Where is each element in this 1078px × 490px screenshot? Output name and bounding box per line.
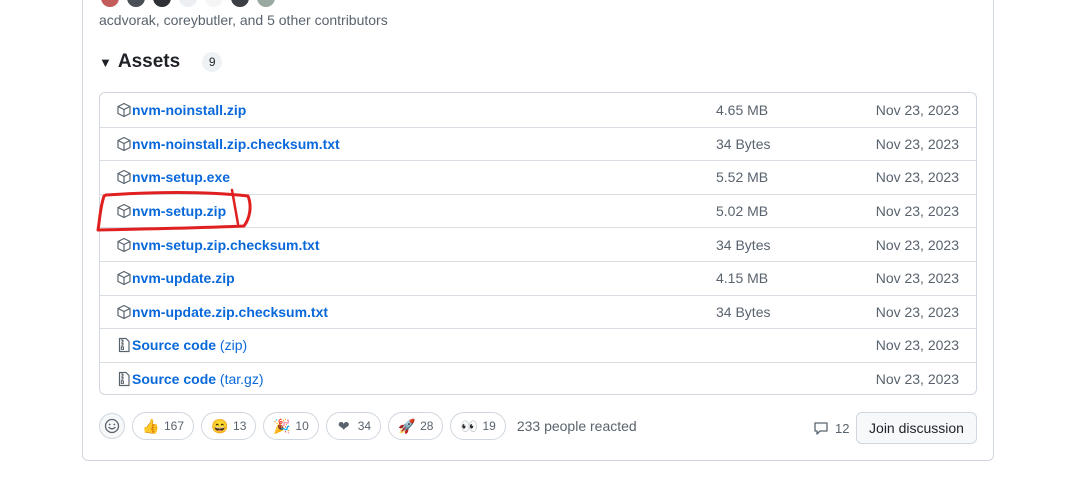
asset-extension: (tar.gz) — [219, 371, 264, 388]
asset-row: Source code (zip) Nov 23, 2023 — [100, 328, 976, 362]
heart-icon: ❤ — [337, 417, 350, 434]
add-reaction-button[interactable] — [99, 413, 125, 439]
avatar[interactable] — [126, 0, 146, 8]
asset-link[interactable]: nvm-noinstall.zip.checksum.txt — [132, 136, 340, 152]
asset-size: 4.15 MB — [716, 270, 769, 287]
reaction-thumbs-up-button[interactable]: 👍 167 — [132, 412, 195, 440]
reaction-eyes-button[interactable]: 👀 19 — [450, 412, 506, 440]
asset-date: Nov 23, 2023 — [875, 337, 959, 354]
assets-title: Assets — [117, 51, 181, 72]
reaction-count: 28 — [420, 419, 434, 433]
reaction-rocket-button[interactable]: 🚀 28 — [388, 412, 444, 440]
asset-date: Nov 23, 2023 — [875, 371, 959, 388]
asset-date: Nov 23, 2023 — [875, 101, 959, 118]
asset-row: nvm-setup.exe 5.52 MB Nov 23, 2023 — [100, 160, 976, 194]
smiley-icon — [104, 418, 120, 434]
reaction-count: 167 — [164, 419, 185, 433]
asset-row: nvm-setup.zip.checksum.txt 34 Bytes Nov 23… — [100, 227, 976, 261]
comment-icon — [814, 422, 828, 435]
asset-date: Nov 23, 2023 — [875, 303, 959, 320]
reaction-count: 10 — [295, 419, 309, 433]
asset-name: nvm-setup.zip — [132, 203, 227, 220]
asset-name: nvm-setup.exe — [132, 169, 231, 186]
asset-size: 5.52 MB — [716, 169, 769, 186]
package-icon — [116, 102, 132, 118]
asset-size: 34 Bytes — [716, 236, 771, 253]
package-icon — [116, 203, 132, 219]
asset-link[interactable]: Source code (tar.gz) — [132, 371, 264, 387]
asset-size: 4.65 MB — [716, 101, 769, 118]
asset-date: Nov 23, 2023 — [875, 236, 959, 253]
rocket-icon: 🚀 — [398, 417, 416, 434]
asset-name: Source code — [132, 371, 217, 388]
asset-name: Source code — [132, 337, 217, 354]
reactions-summary: 233 people reacted — [516, 418, 637, 434]
asset-link[interactable]: nvm-setup.zip — [132, 203, 226, 219]
reaction-laugh-button[interactable]: 😄 13 — [201, 412, 257, 440]
asset-link[interactable]: nvm-noinstall.zip — [132, 102, 246, 118]
avatar[interactable] — [230, 0, 250, 8]
package-icon — [116, 270, 132, 286]
join-discussion-button[interactable]: Join discussion — [856, 412, 977, 444]
caret-down-icon: ▼ — [99, 54, 112, 70]
asset-name: nvm-update.zip — [132, 270, 235, 287]
package-icon — [116, 237, 132, 253]
reaction-count: 13 — [233, 419, 247, 433]
comment-count-label: 12 — [835, 420, 850, 436]
file-zip-icon — [116, 337, 132, 353]
asset-size: 34 Bytes — [716, 135, 771, 152]
asset-size: 34 Bytes — [716, 303, 771, 320]
laugh-icon: 😄 — [211, 417, 229, 434]
eyes-icon: 👀 — [460, 417, 478, 434]
comment-count[interactable]: 12 — [813, 420, 849, 436]
asset-date: Nov 23, 2023 — [875, 270, 959, 287]
package-icon — [116, 304, 132, 320]
asset-size: 5.02 MB — [716, 203, 769, 220]
assets-count-badge: 9 — [202, 52, 223, 72]
asset-link[interactable]: nvm-setup.zip.checksum.txt — [132, 237, 320, 253]
asset-name: nvm-setup.zip.checksum.txt — [132, 236, 320, 253]
reaction-heart-button[interactable]: ❤ 34 — [325, 412, 382, 440]
avatar[interactable] — [152, 0, 172, 8]
asset-row: nvm-setup.zip 5.02 MB Nov 23, 2023 — [100, 193, 976, 228]
asset-link[interactable]: Source code (zip) — [132, 337, 247, 353]
asset-link[interactable]: nvm-update.zip.checksum.txt — [132, 304, 328, 320]
assets-list: nvm-noinstall.zip 4.65 MB Nov 23, 2023 nvm-… — [99, 92, 977, 395]
asset-row: nvm-noinstall.zip 4.65 MB Nov 23, 2023 — [100, 93, 976, 127]
reactions-bar: 👍 167 😄 13 🎉 10 ❤ 34 🚀 28 👀 19 233 people reacted — [99, 412, 637, 440]
asset-link[interactable]: nvm-setup.exe — [132, 169, 230, 185]
asset-row: Source code (tar.gz) Nov 23, 2023 — [100, 361, 976, 394]
asset-name: nvm-update.zip.checksum.txt — [132, 303, 329, 320]
asset-row: nvm-update.zip.checksum.txt 34 Bytes Nov 2… — [100, 294, 976, 329]
asset-date: Nov 23, 2023 — [875, 135, 959, 152]
contributors-text: acdvorak, coreybutler, and 5 other contr… — [99, 12, 388, 28]
reaction-hooray-button[interactable]: 🎉 10 — [263, 412, 319, 440]
avatar[interactable] — [204, 0, 224, 8]
asset-name: nvm-noinstall.zip.checksum.txt — [132, 135, 340, 152]
reaction-count: 34 — [357, 419, 372, 433]
avatar[interactable] — [256, 0, 276, 8]
avatar[interactable] — [100, 0, 120, 8]
asset-link[interactable]: nvm-update.zip — [132, 270, 235, 286]
asset-name: nvm-noinstall.zip — [132, 101, 247, 118]
assets-toggle[interactable]: ▼ Assets 9 — [99, 51, 223, 73]
package-icon — [116, 136, 132, 152]
reaction-count: 19 — [482, 419, 496, 433]
contributor-avatars — [100, 0, 276, 8]
asset-date: Nov 23, 2023 — [875, 203, 959, 220]
avatar[interactable] — [178, 0, 198, 8]
asset-row: nvm-update.zip 4.15 MB Nov 23, 2023 — [100, 260, 976, 295]
hooray-icon: 🎉 — [273, 417, 291, 434]
asset-date: Nov 23, 2023 — [875, 169, 959, 186]
file-zip-icon — [116, 371, 132, 387]
package-icon — [116, 169, 132, 185]
asset-extension: (zip) — [219, 337, 248, 354]
asset-row: nvm-noinstall.zip.checksum.txt 34 Bytes No… — [100, 126, 976, 161]
thumbs-up-icon: 👍 — [142, 417, 160, 434]
